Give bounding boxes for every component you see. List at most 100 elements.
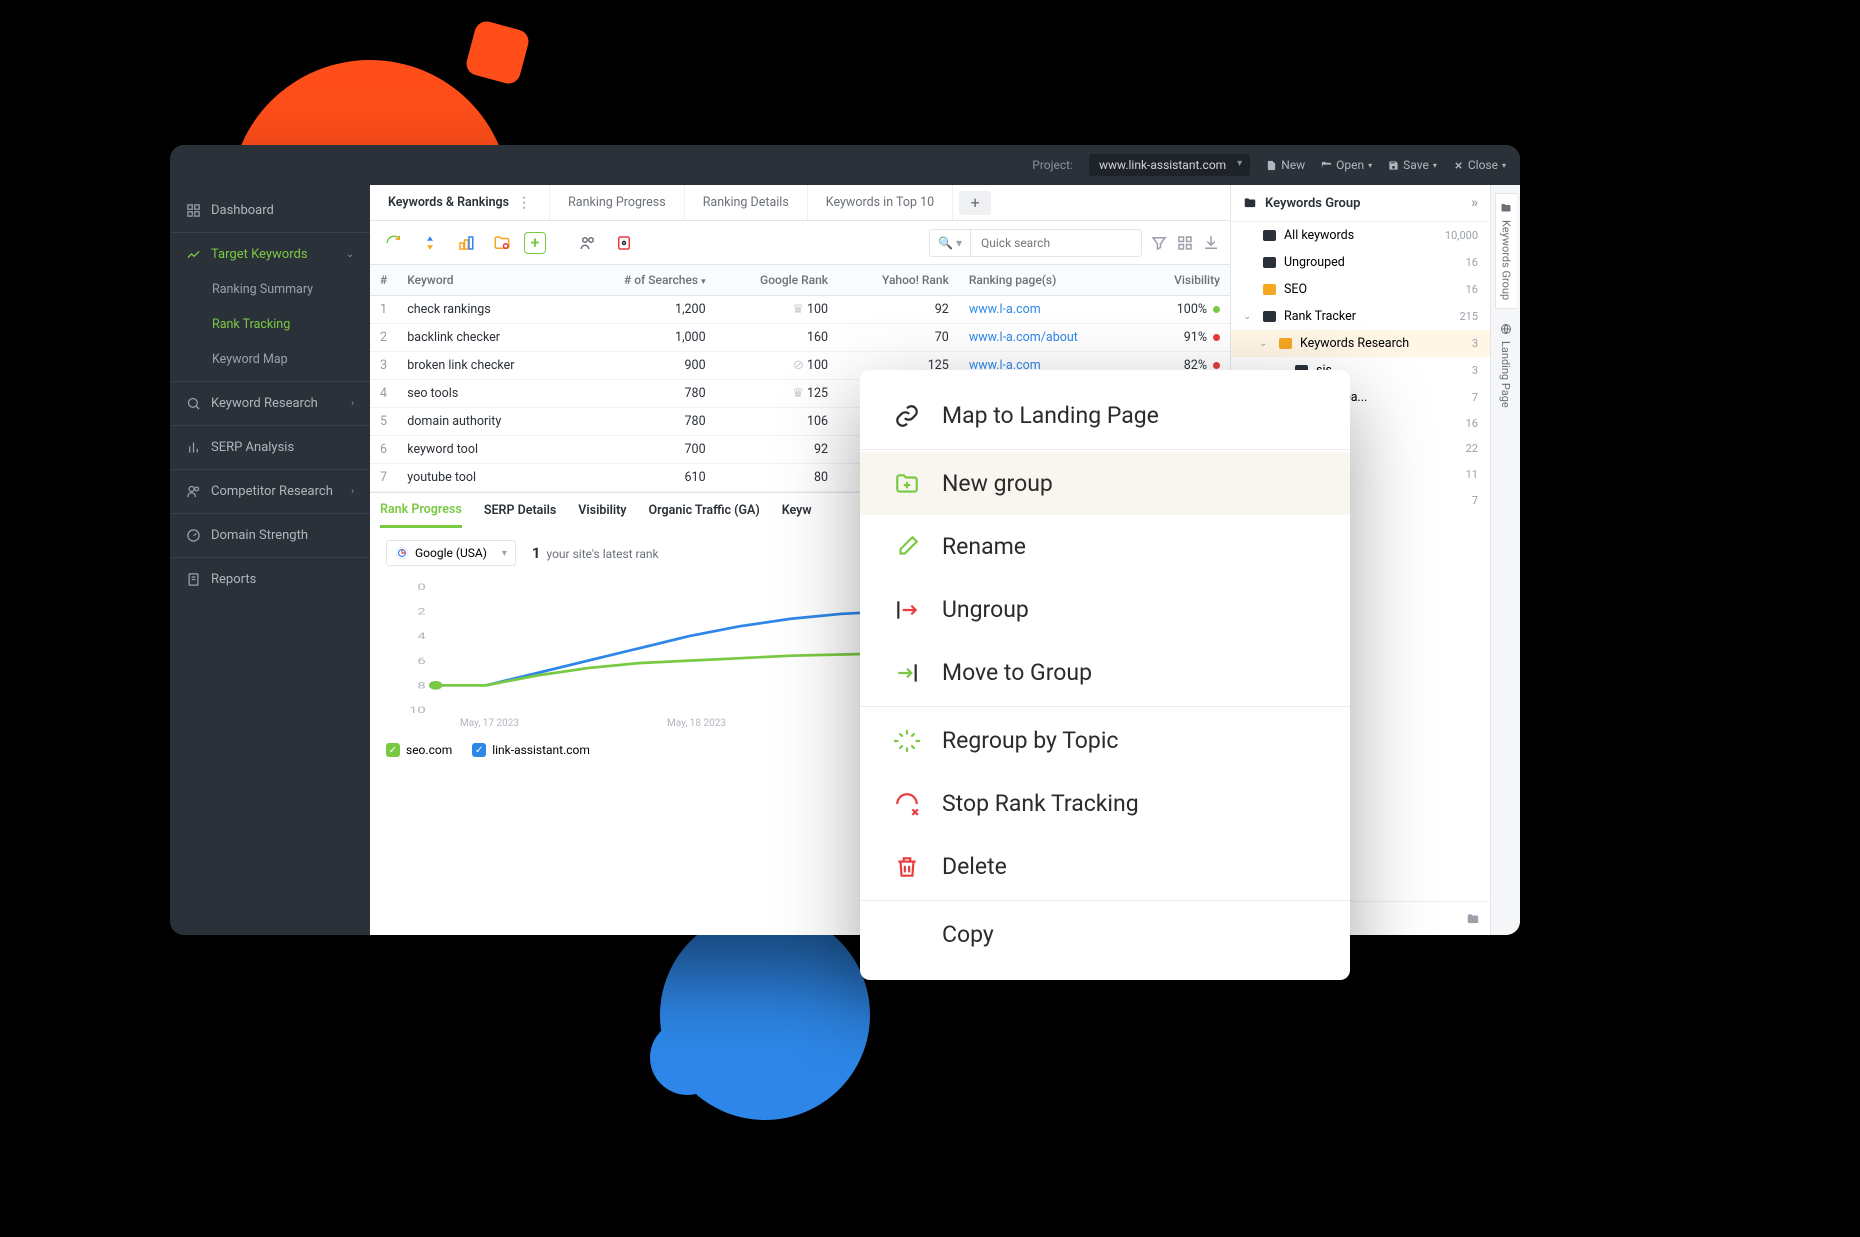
tool-tag-icon[interactable]	[610, 229, 638, 257]
folder-icon[interactable]	[1466, 912, 1480, 926]
tool-update-icon[interactable]	[416, 229, 444, 257]
row-searches: 1,000	[574, 324, 715, 352]
context-menu: Map to Landing Page New group Rename Ung…	[860, 370, 1350, 980]
rank-label: 1your site's latest rank	[532, 544, 659, 562]
svg-text:2: 2	[417, 606, 425, 618]
collapse-panel-icon[interactable]: »	[1471, 195, 1478, 211]
sidebar-item-competitor-research[interactable]: Competitor Research ›	[170, 474, 370, 509]
tab-keywords-top10[interactable]: Keywords in Top 10	[808, 185, 953, 220]
col-visibility[interactable]: Visibility	[1138, 265, 1230, 296]
chevron-down-icon[interactable]: ⌄	[1243, 311, 1255, 322]
folder-icon	[1500, 202, 1512, 214]
detail-tab-rank-progress[interactable]: Rank Progress	[380, 493, 462, 528]
folder-icon	[1263, 257, 1276, 268]
row-num: 4	[370, 380, 397, 408]
group-count: 10,000	[1445, 229, 1478, 242]
ranking-page-link[interactable]: www.l-a.com/about	[969, 330, 1078, 345]
detail-tab-keyword[interactable]: Keyw	[782, 493, 812, 528]
col-num[interactable]: #	[370, 265, 397, 296]
sidebar-item-dashboard[interactable]: Dashboard	[170, 193, 370, 228]
project-select[interactable]: www.link-assistant.com	[1089, 154, 1250, 176]
tool-folder-icon[interactable]	[488, 229, 516, 257]
tool-users-icon[interactable]	[574, 229, 602, 257]
filter-icon[interactable]	[1150, 234, 1168, 252]
legend-link-assistant[interactable]: ✓link-assistant.com	[472, 743, 590, 757]
sidebar-item-rank-tracking[interactable]: Rank Tracking	[170, 307, 370, 342]
col-ranking-pages[interactable]: Ranking page(s)	[959, 265, 1139, 296]
ctx-regroup-by-topic[interactable]: Regroup by Topic	[860, 709, 1350, 772]
ctx-map-to-landing-page[interactable]: Map to Landing Page	[860, 384, 1350, 447]
col-searches[interactable]: # of Searches▾	[574, 265, 715, 296]
keyword-group-item[interactable]: SEO16	[1231, 276, 1490, 303]
ranking-page-link[interactable]: www.l-a.com	[969, 302, 1041, 317]
vtab-landing-page[interactable]: Landing Page	[1495, 315, 1516, 416]
folder-icon	[1263, 230, 1276, 241]
vtab-keywords-group[interactable]: Keywords Group	[1495, 193, 1517, 309]
row-keyword: check rankings	[397, 296, 574, 324]
col-google-rank[interactable]: Google Rank	[716, 265, 838, 296]
sidebar-item-keyword-research[interactable]: Keyword Research ›	[170, 386, 370, 421]
search-engine-select[interactable]: Google (USA)	[386, 540, 516, 566]
keyword-group-item[interactable]: ⌄Keywords Research3	[1231, 330, 1490, 357]
row-google-rank: 92	[716, 436, 838, 464]
keyword-group-item[interactable]: All keywords 10,000	[1231, 222, 1490, 249]
tab-ranking-progress[interactable]: Ranking Progress	[550, 185, 685, 220]
row-keyword: seo tools	[397, 380, 574, 408]
tool-refresh-icon[interactable]	[380, 229, 408, 257]
blank-icon	[894, 922, 920, 948]
ctx-delete[interactable]: Delete	[860, 835, 1350, 898]
row-google-rank: 80	[716, 464, 838, 492]
chevron-down-icon[interactable]: ⌄	[1259, 338, 1271, 349]
workspace-tabs: Keywords & Rankings⋮ Ranking Progress Ra…	[370, 185, 1230, 221]
search-mode-toggle[interactable]: 🔍 ▾	[930, 230, 971, 256]
row-keyword: domain authority	[397, 408, 574, 436]
ctx-rename[interactable]: Rename	[860, 515, 1350, 578]
right-vertical-tabs: Keywords Group Landing Page	[1490, 185, 1520, 935]
ctx-ungroup[interactable]: Ungroup	[860, 578, 1350, 641]
row-searches: 610	[574, 464, 715, 492]
sidebar-item-target-keywords[interactable]: Target Keywords ⌄	[170, 237, 370, 272]
search-input[interactable]	[971, 236, 1141, 250]
ctx-new-group[interactable]: New group	[860, 452, 1350, 515]
tab-add-button[interactable]: +	[959, 191, 991, 215]
sidebar-item-ranking-summary[interactable]: Ranking Summary	[170, 272, 370, 307]
keyword-group-item[interactable]: Ungrouped16	[1231, 249, 1490, 276]
ctx-copy[interactable]: Copy	[860, 903, 1350, 966]
sparkle-icon	[894, 728, 920, 754]
legend-seo-com[interactable]: ✓seo.com	[386, 743, 452, 757]
export-icon[interactable]	[1202, 234, 1220, 252]
group-label: Rank Tracker	[1284, 309, 1356, 324]
titlebar-new[interactable]: New	[1266, 158, 1305, 172]
tool-add-button[interactable]: +	[524, 232, 546, 254]
titlebar-open[interactable]: Open▾	[1321, 158, 1372, 172]
project-label: Project:	[1032, 158, 1073, 172]
detail-tab-organic-traffic[interactable]: Organic Traffic (GA)	[649, 493, 760, 528]
tab-keywords-rankings[interactable]: Keywords & Rankings⋮	[370, 185, 550, 220]
sidebar-item-reports[interactable]: Reports	[170, 562, 370, 597]
sidebar-item-serp-analysis[interactable]: SERP Analysis	[170, 430, 370, 465]
users-icon	[186, 484, 201, 499]
sidebar-item-keyword-map[interactable]: Keyword Map	[170, 342, 370, 377]
table-row[interactable]: 2backlink checker1,00016070www.l-a.com/a…	[370, 324, 1230, 352]
ctx-move-to-group[interactable]: Move to Group	[860, 641, 1350, 704]
tab-ranking-details[interactable]: Ranking Details	[685, 185, 808, 220]
visibility-dot	[1213, 362, 1220, 369]
detail-tab-serp-details[interactable]: SERP Details	[484, 493, 556, 528]
titlebar-save[interactable]: Save▾	[1388, 158, 1437, 172]
dashboard-icon	[186, 203, 201, 218]
search-icon	[186, 396, 201, 411]
grid-icon[interactable]	[1176, 234, 1194, 252]
col-keyword[interactable]: Keyword	[397, 265, 574, 296]
detail-tab-visibility[interactable]: Visibility	[578, 493, 626, 528]
table-row[interactable]: 1check rankings1,200♛ 10092www.l-a.com10…	[370, 296, 1230, 324]
tab-menu-icon[interactable]: ⋮	[517, 195, 531, 211]
group-label: All keywords	[1284, 228, 1354, 243]
folder-open-icon	[1321, 160, 1332, 171]
row-visibility: 91%	[1138, 324, 1230, 352]
titlebar-close[interactable]: Close▾	[1453, 158, 1506, 172]
tool-schedule-icon[interactable]	[452, 229, 480, 257]
col-yahoo-rank[interactable]: Yahoo! Rank	[838, 265, 959, 296]
keyword-group-item[interactable]: ⌄Rank Tracker215	[1231, 303, 1490, 330]
ctx-stop-rank-tracking[interactable]: Stop Rank Tracking	[860, 772, 1350, 835]
sidebar-item-domain-strength[interactable]: Domain Strength	[170, 518, 370, 553]
